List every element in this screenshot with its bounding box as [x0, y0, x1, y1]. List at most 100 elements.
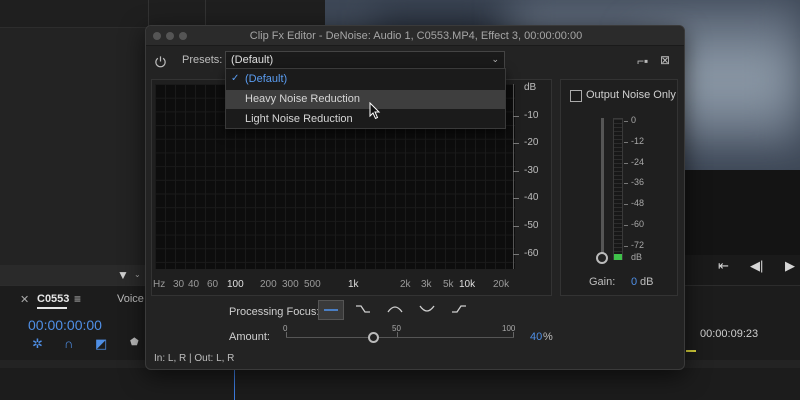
amount-slider-handle[interactable] — [368, 332, 379, 343]
sequence-tab[interactable]: C0553 — [37, 293, 69, 305]
level-meter — [613, 118, 623, 260]
add-marker-icon[interactable]: ◩ — [95, 336, 107, 352]
meter-tick-label: -48 — [631, 198, 645, 208]
db-tick-label: -40 — [524, 192, 539, 203]
hz-tick-label: 1k — [348, 279, 359, 290]
meter-tick — [624, 204, 628, 205]
amount-slider-track[interactable] — [286, 337, 514, 338]
meter-tick — [624, 246, 628, 247]
meter-tick-label: -12 — [631, 136, 645, 146]
db-tick-label: -10 — [524, 110, 539, 121]
playhead[interactable] — [234, 368, 235, 400]
hz-tick-label: 200 — [260, 279, 277, 290]
meter-unit-label: dB — [631, 252, 643, 262]
amount-label: Amount: — [229, 331, 270, 343]
chevron-down-icon[interactable]: ⌄ — [134, 270, 141, 279]
preset-option-light[interactable]: Light Noise Reduction — [226, 110, 505, 129]
track-label: Voice — [117, 293, 144, 305]
db-tick — [513, 171, 519, 172]
panel-divider — [205, 0, 206, 28]
meter-tick-label: -72 — [631, 240, 645, 250]
level-meter-fill — [614, 254, 622, 260]
hz-tick-label: 40 — [188, 279, 200, 290]
db-tick — [513, 143, 519, 144]
meter-tick-label: 0 — [631, 115, 637, 125]
hz-tick-label: 2k — [400, 279, 411, 290]
linked-selection-icon[interactable]: ∩ — [64, 336, 73, 351]
checkmark-icon: ✓ — [231, 73, 240, 84]
ruler-timecode: 00:00:09:23 — [700, 328, 759, 340]
gain-label: Gain: — [589, 276, 616, 288]
mid-curve-icon — [387, 306, 403, 313]
focus-high-button[interactable] — [446, 300, 472, 320]
snap-icon[interactable]: ✲ — [32, 336, 43, 352]
hz-tick-label: 60 — [207, 279, 219, 290]
hz-tick-label: 5k — [443, 279, 454, 290]
amount-unit: % — [543, 331, 553, 343]
db-unit-label: dB — [524, 82, 537, 93]
presets-label: Presets: — [182, 54, 223, 66]
hz-tick-label: 300 — [282, 279, 299, 290]
gain-slider-handle[interactable] — [596, 252, 608, 264]
presets-selected-value: (Default) — [231, 54, 274, 66]
gain-unit: dB — [640, 276, 654, 288]
preset-option-default[interactable]: ✓ (Default) — [226, 70, 505, 89]
panel-divider — [148, 0, 149, 28]
high-curve-icon — [452, 305, 466, 313]
db-tick — [513, 226, 519, 227]
db-tick-label: -30 — [524, 165, 539, 176]
processing-focus-label: Processing Focus: — [229, 306, 320, 318]
hz-tick-label: 3k — [421, 279, 432, 290]
power-icon[interactable] — [154, 55, 167, 68]
hz-tick-label: 10k — [459, 279, 476, 290]
focus-mid-button[interactable] — [382, 300, 408, 320]
presets-dropdown[interactable]: (Default) ⌄ — [225, 51, 505, 69]
timeline-timecode[interactable]: 00:00:00:00 — [28, 317, 102, 333]
focus-broadband-button[interactable] — [318, 300, 344, 320]
gain-slider-track[interactable] — [601, 118, 604, 258]
chevron-down-icon: ⌄ — [491, 54, 499, 64]
db-tick — [513, 116, 519, 117]
meter-tick-label: -24 — [631, 157, 645, 167]
preset-option-label: Heavy Noise Reduction — [245, 93, 360, 105]
meter-tick — [624, 163, 628, 164]
active-tab-indicator — [37, 307, 67, 309]
db-tick-label: -60 — [524, 248, 539, 259]
output-noise-only-label[interactable]: Output Noise Only — [586, 89, 676, 101]
db-tick-label: -20 — [524, 137, 539, 148]
meter-tick-label: -36 — [631, 177, 645, 187]
hz-tick-label: 30 — [173, 279, 185, 290]
hz-tick-label: 100 — [227, 279, 244, 290]
hz-tick-label: 500 — [304, 279, 321, 290]
meter-tick — [624, 225, 628, 226]
flat-curve-icon — [324, 309, 338, 311]
focus-low-button[interactable] — [350, 300, 376, 320]
window-titlebar[interactable]: Clip Fx Editor - DeNoise: Audio 1, C0553… — [146, 26, 684, 46]
marker-icon[interactable]: ⬟ — [130, 337, 139, 348]
preset-option-heavy[interactable]: Heavy Noise Reduction — [226, 90, 505, 109]
gain-value[interactable]: 0 — [631, 276, 637, 288]
transport-controls — [684, 255, 800, 285]
presets-menu: ✓ (Default) Heavy Noise Reduction Light … — [225, 68, 506, 129]
close-icon[interactable]: ✕ — [20, 293, 29, 306]
view-toggle-icon[interactable]: ⊠ — [660, 53, 670, 67]
meter-tick-label: -60 — [631, 219, 645, 229]
meter-tick — [624, 142, 628, 143]
play-icon[interactable]: ▶ — [785, 258, 795, 274]
amount-value[interactable]: 40 — [530, 331, 542, 343]
db-tick — [513, 254, 519, 255]
hz-tick-label: 20k — [493, 279, 510, 290]
routing-icon[interactable]: ⌐▪ — [637, 54, 648, 68]
window-title: Clip Fx Editor - DeNoise: Audio 1, C0553… — [249, 30, 583, 42]
hz-unit-label: Hz — [153, 279, 166, 290]
channel-io-label: In: L, R | Out: L, R — [154, 353, 235, 364]
db-tick-label: -50 — [524, 220, 539, 231]
panel-menu-icon[interactable]: ≡ — [74, 292, 81, 306]
step-back-icon[interactable]: ◀| — [750, 258, 763, 274]
output-noise-only-checkbox[interactable] — [570, 90, 582, 102]
filter-icon[interactable]: ▼ — [117, 268, 129, 282]
low-curve-icon — [356, 305, 370, 313]
timeline-marker — [686, 350, 696, 352]
focus-wide-button[interactable] — [414, 300, 440, 320]
step-to-in-icon[interactable]: ⇤ — [718, 258, 729, 274]
